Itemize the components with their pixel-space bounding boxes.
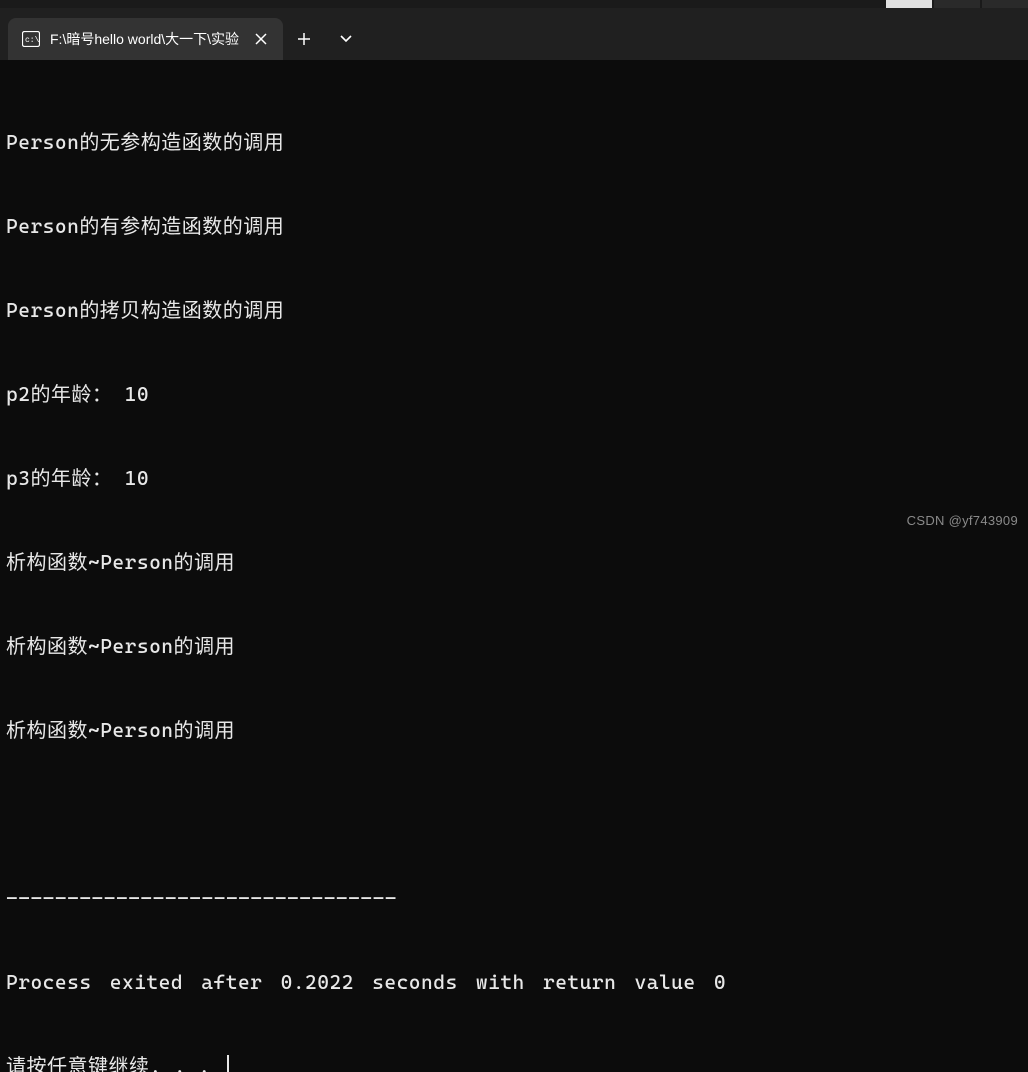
output-line: p2的年龄： 10	[6, 380, 1022, 408]
watermark: CSDN @yf743909	[907, 513, 1018, 528]
blank-line	[6, 800, 1022, 828]
window-control[interactable]	[982, 0, 1028, 8]
terminal-tab[interactable]: c:\ F:\暗号hello world\大一下\实验	[8, 18, 283, 60]
prompt-text: 请按任意键继续. . .	[6, 1052, 223, 1072]
prompt-line: 请按任意键继续. . .	[6, 1052, 1022, 1072]
output-line: 析构函数~Person的调用	[6, 632, 1022, 660]
tab-title: F:\暗号hello world\大一下\实验	[50, 29, 239, 49]
tab-dropdown-button[interactable]	[325, 18, 367, 60]
terminal-output: Person的无参构造函数的调用 Person的有参构造函数的调用 Person…	[0, 60, 1028, 1072]
output-line: Person的拷贝构造函数的调用	[6, 296, 1022, 324]
svg-text:c:\: c:\	[25, 36, 40, 45]
separator-line: --------------------------------	[6, 884, 1022, 912]
new-tab-button[interactable]	[283, 18, 325, 60]
window-control[interactable]	[934, 0, 980, 8]
exit-message: Process exited after 0.2022 seconds with…	[6, 968, 1022, 996]
cmd-icon: c:\	[22, 31, 40, 47]
window-control[interactable]	[886, 0, 932, 8]
output-line: Person的无参构造函数的调用	[6, 128, 1022, 156]
cursor	[227, 1055, 229, 1072]
tab-actions	[283, 18, 367, 60]
output-line: p3的年龄： 10	[6, 464, 1022, 492]
window-titlebar	[0, 0, 1028, 8]
output-line: Person的有参构造函数的调用	[6, 212, 1022, 240]
output-line: 析构函数~Person的调用	[6, 716, 1022, 744]
close-icon[interactable]	[249, 27, 273, 51]
tab-bar: c:\ F:\暗号hello world\大一下\实验	[0, 8, 1028, 60]
output-line: 析构函数~Person的调用	[6, 548, 1022, 576]
